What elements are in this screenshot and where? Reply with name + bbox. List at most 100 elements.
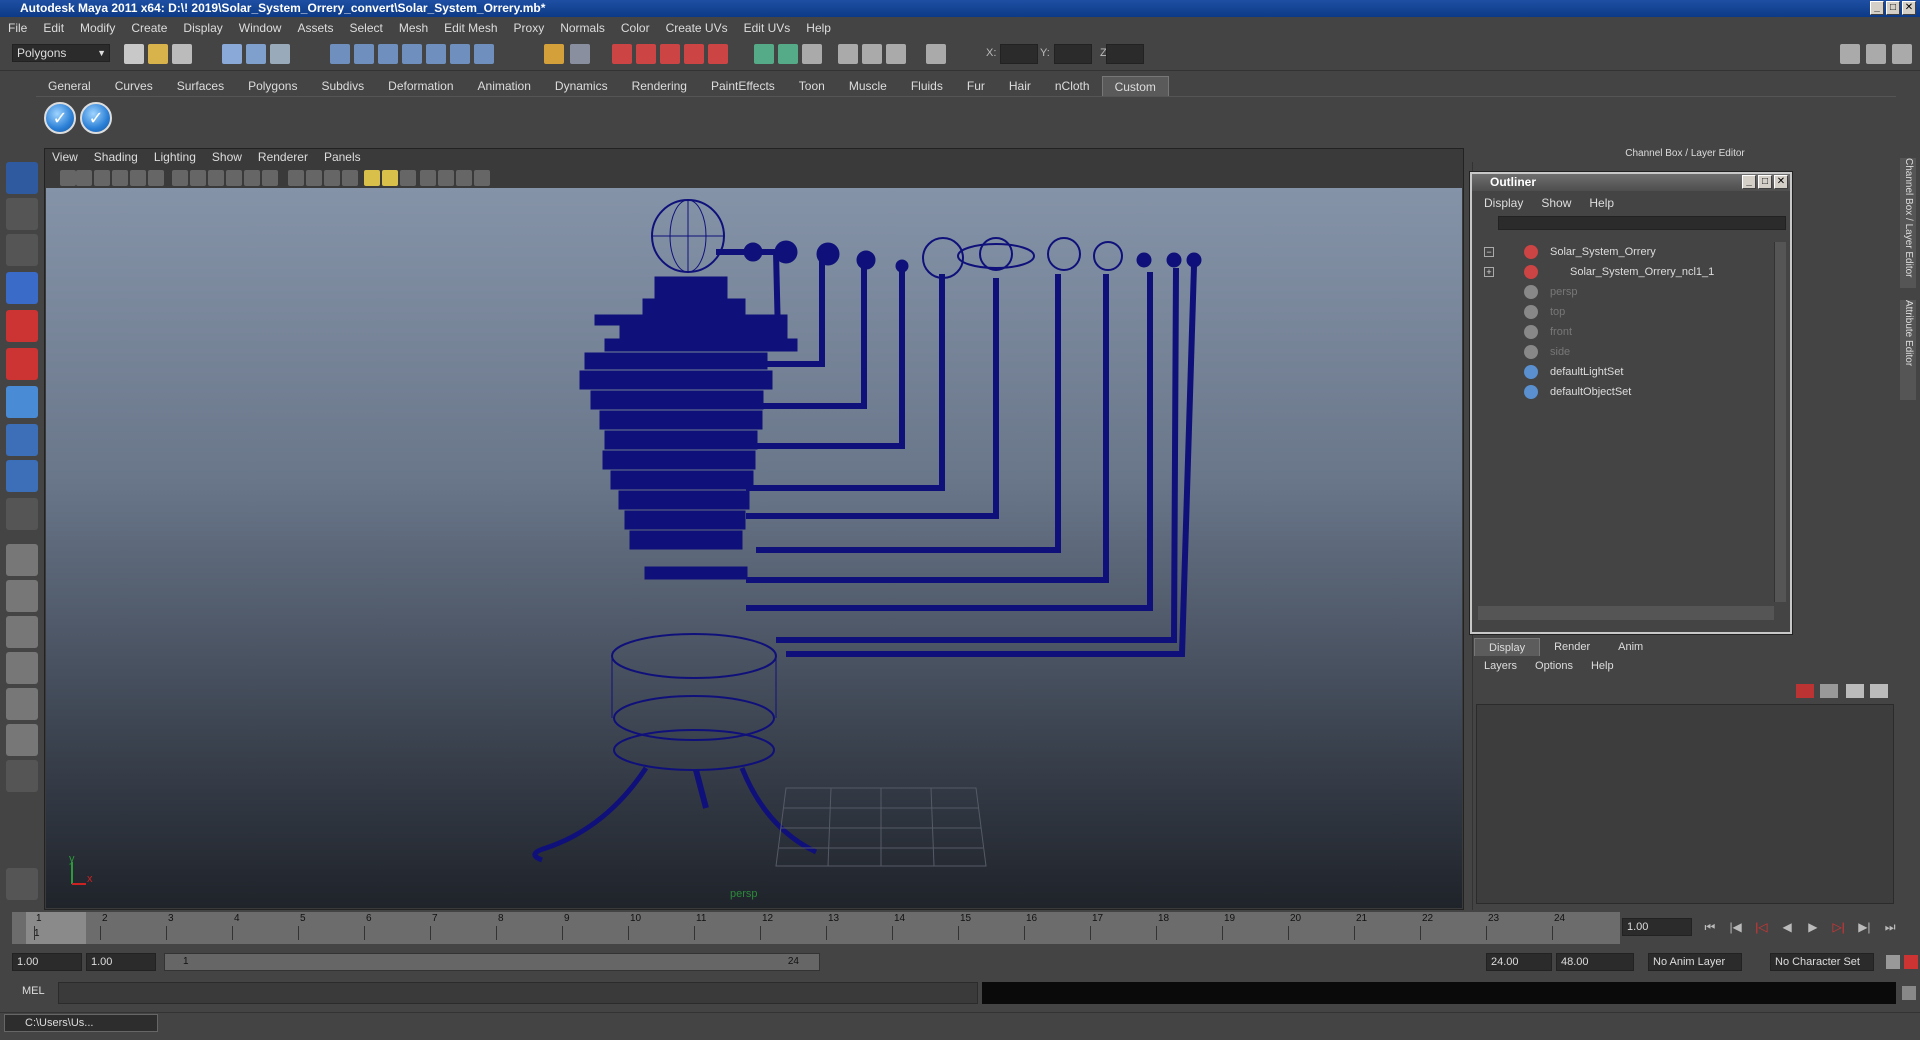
outliner-minimize-button[interactable]: _: [1742, 175, 1756, 189]
toggle-attribute-editor-icon[interactable]: [1866, 44, 1886, 64]
image-plane-icon[interactable]: [112, 170, 128, 186]
collapse-icon[interactable]: −: [1484, 247, 1494, 257]
attribute-editor-side-tab[interactable]: Attribute Editor: [1900, 300, 1916, 400]
layer-tab-render[interactable]: Render: [1540, 638, 1604, 656]
shelf-tab-ncloth[interactable]: nCloth: [1043, 76, 1102, 96]
2d-pan-icon[interactable]: [130, 170, 146, 186]
shelf-tab-fluids[interactable]: Fluids: [899, 76, 955, 96]
layout-more-icon[interactable]: [6, 760, 38, 792]
isolate-select-icon[interactable]: [420, 170, 436, 186]
manipulator-tool-icon[interactable]: [6, 386, 38, 418]
shelf-tab-custom[interactable]: Custom: [1101, 76, 1169, 96]
safe-action-icon[interactable]: [244, 170, 260, 186]
layout-outliner-icon[interactable]: [6, 616, 38, 648]
new-scene-icon[interactable]: [124, 44, 144, 64]
resolution-gate-icon[interactable]: [190, 170, 206, 186]
menu-normals[interactable]: Normals: [560, 21, 605, 35]
paint-select-tool-icon[interactable]: [6, 234, 38, 266]
toggle-channel-box-icon[interactable]: [1840, 44, 1860, 64]
viewport-menu-view[interactable]: View: [52, 150, 78, 166]
input-ops-icon[interactable]: [544, 44, 564, 64]
menu-assets[interactable]: Assets: [297, 21, 333, 35]
mel-label[interactable]: MEL: [22, 985, 45, 997]
menu-edit[interactable]: Edit: [43, 21, 64, 35]
bookmarks-icon[interactable]: [94, 170, 110, 186]
toggle-tool-settings-icon[interactable]: [1892, 44, 1912, 64]
outliner-horizontal-scrollbar[interactable]: [1478, 606, 1774, 620]
paint-effects-icon[interactable]: [6, 868, 38, 900]
mel-input[interactable]: [58, 982, 978, 1004]
viewport-menu-lighting[interactable]: Lighting: [154, 150, 196, 166]
close-button[interactable]: ✕: [1902, 1, 1916, 15]
xray-joints-icon[interactable]: [456, 170, 472, 186]
layer-menu-help[interactable]: Help: [1591, 660, 1614, 672]
channel-box-icon[interactable]: [862, 44, 882, 64]
transform-field-icon[interactable]: [926, 44, 946, 64]
perspective-viewport[interactable]: [46, 188, 1462, 908]
panel-layout-icon[interactable]: [754, 44, 774, 64]
shelf-tab-animation[interactable]: Animation: [466, 76, 543, 96]
menu-set-dropdown[interactable]: Polygons ▼: [12, 44, 110, 62]
menu-proxy[interactable]: Proxy: [514, 21, 545, 35]
outliner-item-persp[interactable]: persp: [1478, 282, 1774, 302]
shelf-tab-deformation[interactable]: Deformation: [376, 76, 465, 96]
ipr-render-icon[interactable]: [636, 44, 656, 64]
camera-attributes-icon[interactable]: [76, 170, 92, 186]
tool-settings-icon[interactable]: [838, 44, 858, 64]
shelf-tab-toon[interactable]: Toon: [787, 76, 837, 96]
snap-view-plane-icon[interactable]: [402, 44, 422, 64]
safe-title-icon[interactable]: [262, 170, 278, 186]
film-gate-icon[interactable]: [172, 170, 188, 186]
attribute-editor-icon[interactable]: [802, 44, 822, 64]
menu-edit-mesh[interactable]: Edit Mesh: [444, 21, 497, 35]
wireframe-icon[interactable]: [288, 170, 304, 186]
last-tool-icon[interactable]: [6, 498, 38, 530]
shelf-tab-surfaces[interactable]: Surfaces: [165, 76, 236, 96]
range-slider[interactable]: 1 24: [164, 953, 820, 971]
shelf-tab-curves[interactable]: Curves: [103, 76, 165, 96]
gate-mask-icon[interactable]: [208, 170, 224, 186]
outliner-item-solar_system_orrery[interactable]: − Solar_System_Orrery: [1478, 242, 1774, 262]
field-chart-icon[interactable]: [226, 170, 242, 186]
step-back-key-icon[interactable]: |◀: [1726, 918, 1746, 936]
playback-end-field[interactable]: 24.00: [1486, 953, 1552, 971]
script-editor-icon[interactable]: [1902, 986, 1916, 1000]
shelf-tab-dynamics[interactable]: Dynamics: [543, 76, 620, 96]
outliner-close-button[interactable]: ✕: [1774, 175, 1788, 189]
layout-hypershade-icon[interactable]: [6, 688, 38, 720]
layout-four-icon[interactable]: [6, 580, 38, 612]
show-manipulator-icon[interactable]: [6, 460, 38, 492]
menu-help[interactable]: Help: [806, 21, 831, 35]
snap-point-icon[interactable]: [378, 44, 398, 64]
default-light-icon[interactable]: [364, 170, 380, 186]
outliner-vertical-scrollbar[interactable]: [1774, 242, 1786, 602]
snap-grid-icon[interactable]: [330, 44, 350, 64]
outliner-item-top[interactable]: top: [1478, 302, 1774, 322]
render-current-icon[interactable]: [612, 44, 632, 64]
time-slider[interactable]: 1 1 2 3 4 5 6 7 8 9 10 11 12 13 14 15 16 17 18 19 20 21 22 23 24: [12, 912, 1620, 944]
outliner-menu-display[interactable]: Display: [1484, 194, 1523, 212]
menu-mesh[interactable]: Mesh: [399, 21, 428, 35]
menu-select[interactable]: Select: [349, 21, 382, 35]
history-icon[interactable]: [450, 44, 470, 64]
all-lights-icon[interactable]: [382, 170, 398, 186]
viewport-menu-shading[interactable]: Shading: [94, 150, 138, 166]
wireframe-on-shaded-icon[interactable]: [324, 170, 340, 186]
menu-edit-uvs[interactable]: Edit UVs: [744, 21, 791, 35]
viewport-menu-show[interactable]: Show: [212, 150, 242, 166]
step-forward-frame-icon[interactable]: ▷|: [1829, 918, 1849, 936]
layout-single-icon[interactable]: [6, 544, 38, 576]
custom-shelf-check-icon-1[interactable]: ✓: [44, 102, 76, 134]
anim-layer-dropdown[interactable]: No Anim Layer: [1648, 953, 1742, 971]
key-icon[interactable]: [1886, 955, 1900, 969]
viewport-menu-panels[interactable]: Panels: [324, 150, 361, 166]
outliner-item-front[interactable]: front: [1478, 322, 1774, 342]
select-tool-icon[interactable]: [6, 162, 38, 194]
menu-file[interactable]: File: [8, 21, 27, 35]
outliner-title-bar[interactable]: Outliner _ □ ✕: [1472, 174, 1790, 191]
outliner-item-defaultlightset[interactable]: defaultLightSet: [1478, 362, 1774, 382]
minimize-button[interactable]: _: [1870, 1, 1884, 15]
outliner-menu-show[interactable]: Show: [1541, 194, 1571, 212]
select-camera-icon[interactable]: [60, 170, 76, 186]
lasso-tool-icon[interactable]: [6, 198, 38, 230]
